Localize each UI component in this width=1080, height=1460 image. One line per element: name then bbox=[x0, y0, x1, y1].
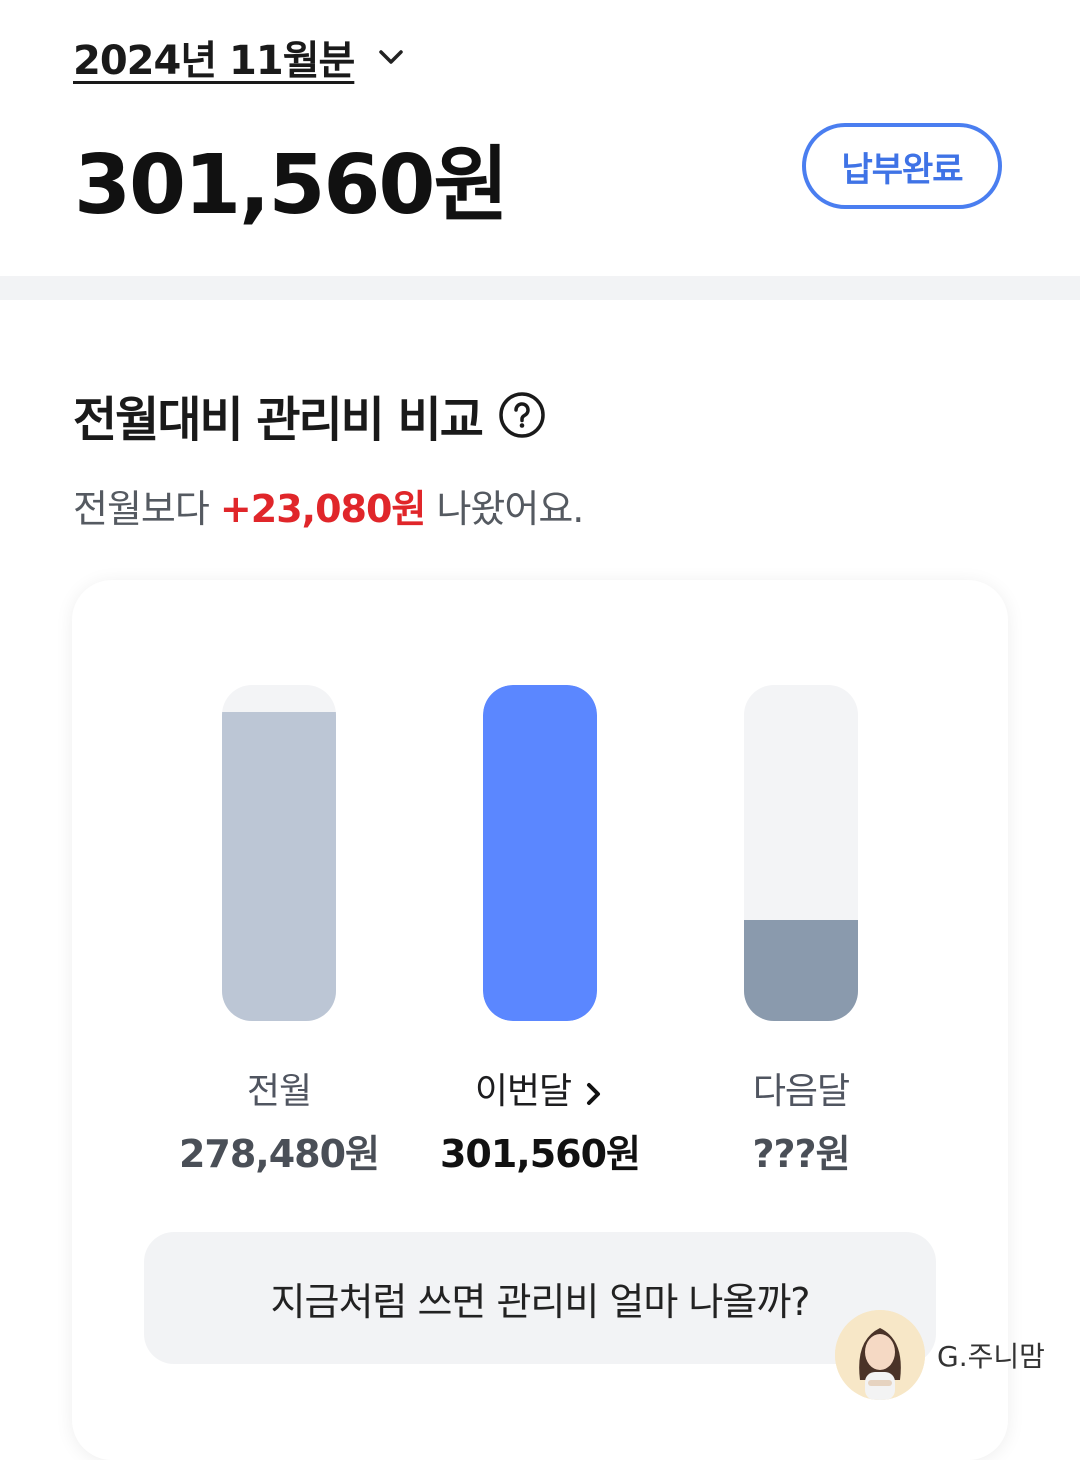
summary-prefix: 전월보다 bbox=[73, 487, 220, 531]
comparison-title: 전월대비 관리비 비교 bbox=[73, 392, 484, 448]
bar-label-current-text[interactable]: 이번달 bbox=[475, 1062, 572, 1114]
header: 2024년 11월분 301,560원 납부완료 bbox=[0, 0, 1080, 275]
bar-label-previous: 전월 bbox=[246, 1071, 312, 1112]
section-divider bbox=[0, 276, 1080, 300]
period-selector[interactable]: 2024년 11월분 bbox=[73, 28, 406, 86]
paid-status-badge[interactable]: 납부완료 bbox=[802, 123, 1002, 209]
help-icon[interactable] bbox=[498, 391, 546, 439]
forecast-button[interactable]: 지금처럼 쓰면 관리비 얼마 나올까? bbox=[144, 1232, 936, 1364]
summary-suffix: 나왔어요. bbox=[425, 487, 584, 531]
avatar bbox=[835, 1310, 925, 1400]
comparison-summary: 전월보다 +23,080원 나왔어요. bbox=[73, 478, 584, 533]
bar-fill-next bbox=[744, 920, 858, 1021]
bar-fill-previous bbox=[222, 711, 336, 1021]
chevron-down-icon[interactable] bbox=[376, 42, 406, 72]
summary-diff: +23,080원 bbox=[219, 487, 426, 531]
bar-value-current: 301,560원 bbox=[439, 1132, 641, 1176]
bar-current-month[interactable] bbox=[483, 685, 597, 1021]
total-amount: 301,560원 bbox=[74, 138, 509, 233]
watermark-text: G.주니맘 bbox=[937, 1340, 1045, 1373]
bar-value-previous: 278,480원 bbox=[178, 1132, 380, 1176]
bar-value-next: ???원 bbox=[752, 1132, 850, 1176]
bar-next-month bbox=[744, 685, 858, 1021]
period-label[interactable]: 2024년 11월분 bbox=[73, 28, 355, 86]
bar-label-next: 다음달 bbox=[752, 1071, 850, 1112]
comparison-header: 전월대비 관리비 비교 bbox=[73, 380, 546, 450]
watermark: G.주니맘 bbox=[835, 1310, 1045, 1400]
chevron-right-icon[interactable] bbox=[583, 1075, 605, 1105]
bar-fill-current bbox=[483, 685, 597, 1021]
bar-previous-month bbox=[222, 685, 336, 1021]
bar-label-current[interactable]: 이번달 bbox=[420, 1062, 660, 1114]
